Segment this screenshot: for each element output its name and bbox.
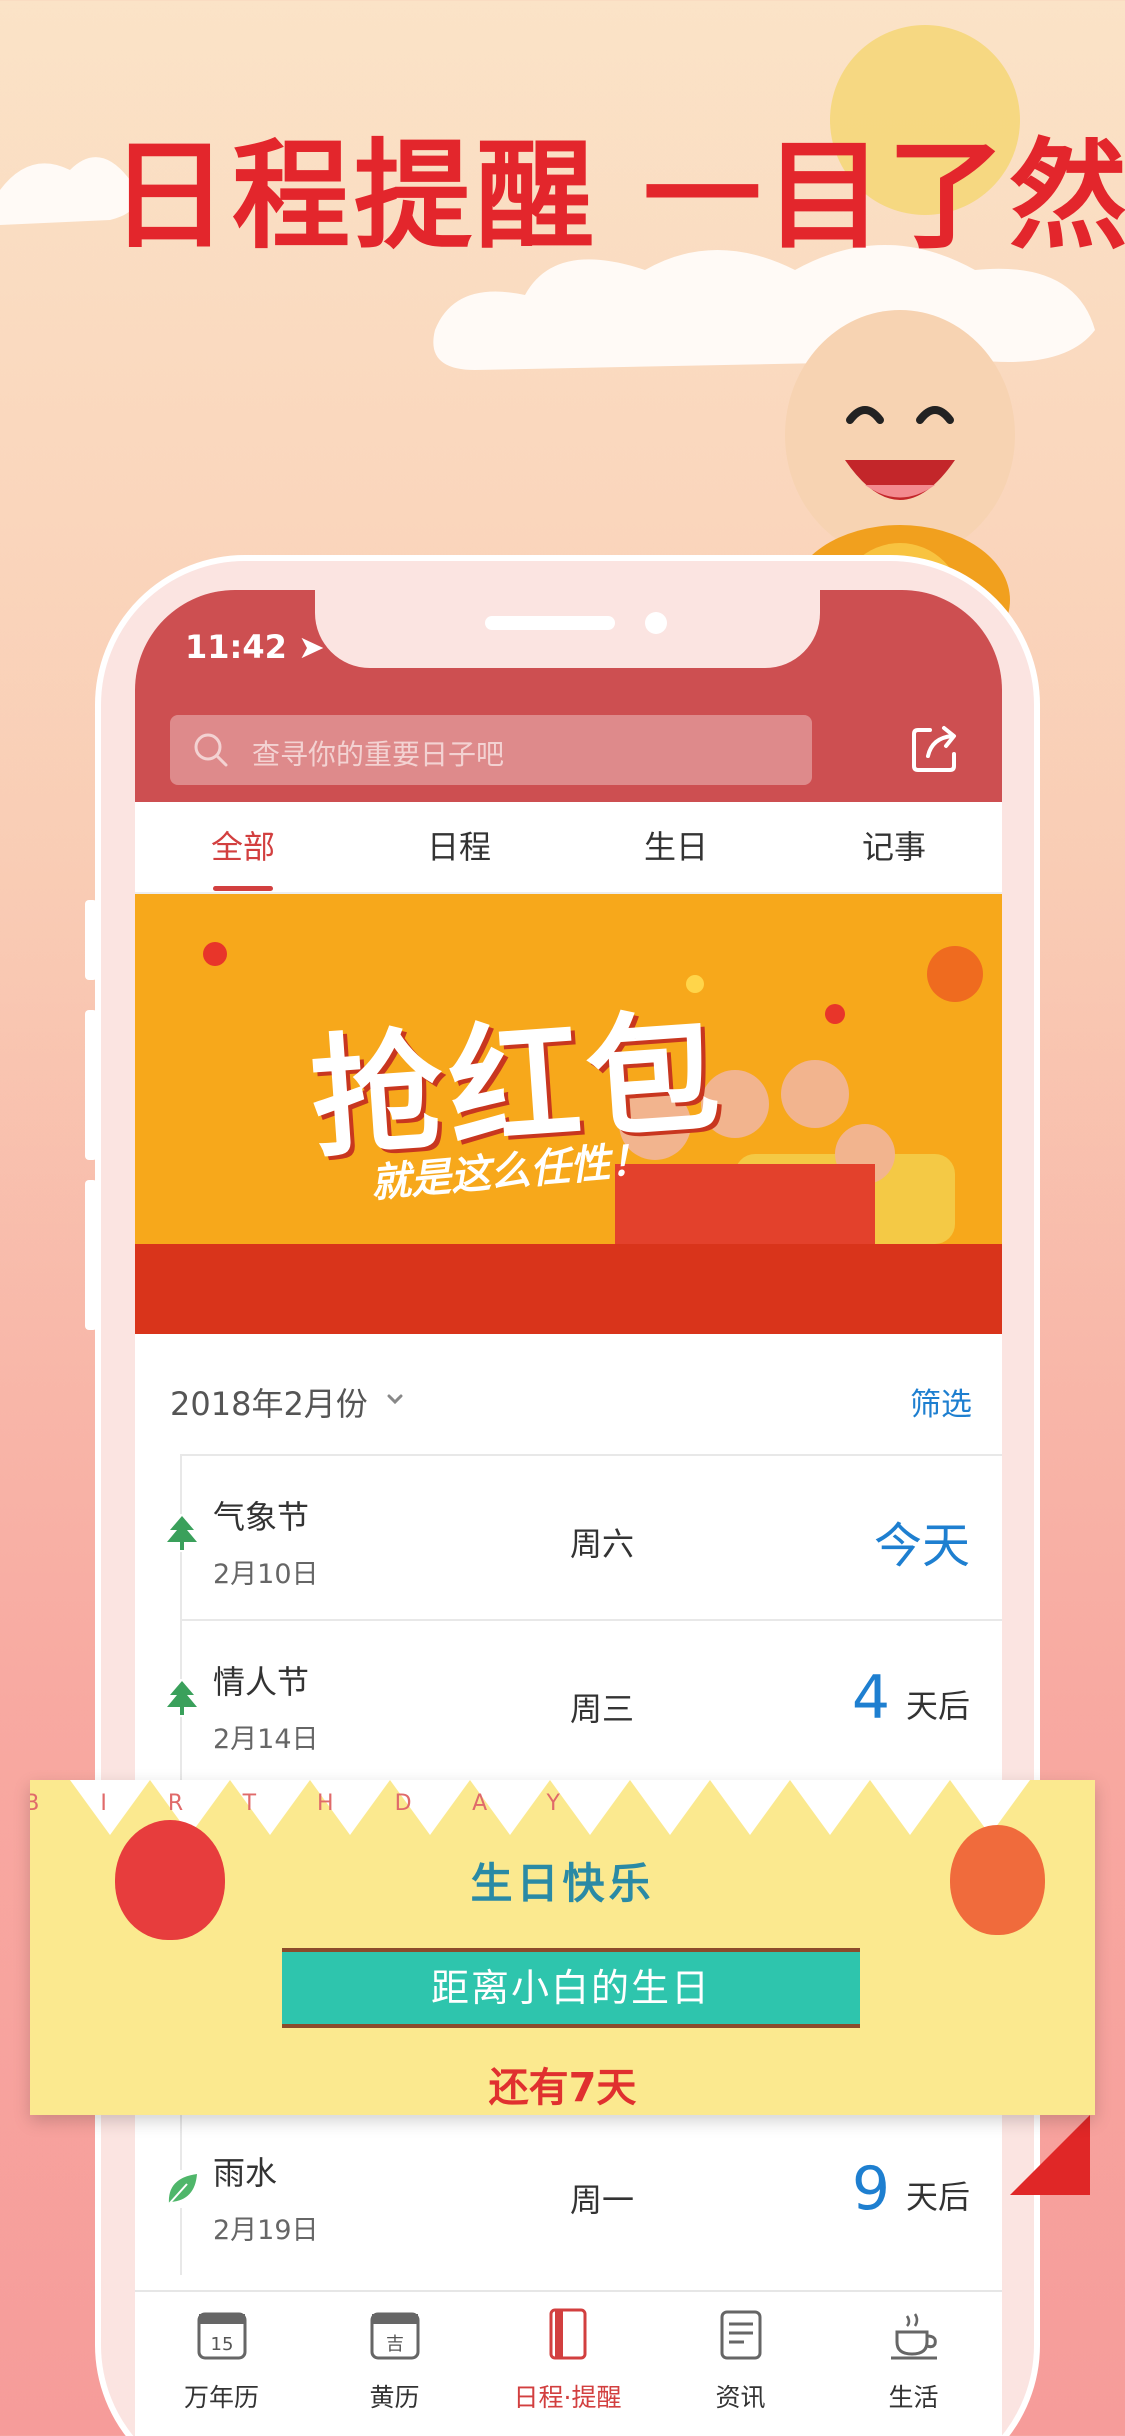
chevron-down-icon[interactable]: [385, 1389, 405, 1409]
tabbar-item-news[interactable]: 资讯: [654, 2292, 827, 2436]
tree-icon: [165, 1679, 199, 1717]
birthday-ribbon: 距离小白的生日: [282, 1948, 860, 2028]
svg-text:吉: 吉: [386, 2334, 404, 2355]
banner-ground: [135, 1244, 1002, 1334]
svg-text:15: 15: [211, 2334, 234, 2355]
share-icon[interactable]: [908, 722, 962, 776]
red-packet-banner[interactable]: 抢红包 就是这么任性！: [135, 894, 1002, 1334]
tab-all[interactable]: 全部: [135, 802, 351, 892]
filter-button[interactable]: 筛选: [910, 1379, 972, 1424]
birthday-countdown: 还有7天: [488, 2065, 637, 2111]
tree-icon: [165, 1514, 199, 1552]
event-days-count: 9: [851, 2154, 890, 2224]
birthday-message: 距离小白的生日: [430, 1966, 711, 2010]
birthday-title: 生日快乐: [470, 1859, 655, 1908]
tab-birthday[interactable]: 生日: [568, 802, 784, 892]
event-date: 2月10日: [213, 1559, 319, 1590]
status-time: 11:42 ➤: [185, 628, 325, 666]
list-item[interactable]: 雨水 2月19日 周一 9 天后: [135, 2110, 1002, 2275]
search-input[interactable]: 查寻你的重要日子吧: [170, 715, 812, 785]
tabbar-item-schedule[interactable]: 日程·提醒: [481, 2292, 654, 2436]
app-screen: 11:42 ➤ 查寻你的重要日子吧 全部 日程 生日 记事 抢红包 就是这么任性…: [135, 590, 1002, 2436]
phone-side-button: [85, 1180, 97, 1330]
tabbar-item-calendar[interactable]: 15 万年历: [135, 2292, 308, 2436]
event-weekday: 周三: [570, 1690, 635, 1728]
tabbar-label: 万年历: [183, 2383, 259, 2412]
calendar-15-icon: 15: [197, 2312, 247, 2360]
tabbar-label: 日程·提醒: [513, 2383, 622, 2412]
phone-notch: [315, 590, 820, 668]
divider: [180, 1454, 1002, 1456]
notebook-icon: [549, 2308, 587, 2360]
headline: 日程提醒 一目了然: [110, 127, 1125, 265]
event-name: 气象节: [213, 1498, 310, 1536]
tabbar-item-almanac[interactable]: 吉 黄历: [308, 2292, 481, 2436]
event-days-unit: 天后: [905, 2178, 970, 2216]
phone-side-button: [85, 1010, 97, 1160]
event-countdown: 今天: [873, 1518, 970, 1574]
bottom-tab-bar: 15 万年历 吉 黄历 日程·提醒 资讯 生活: [135, 2290, 1002, 2436]
event-days-count: 4: [851, 1663, 890, 1733]
event-date: 2月19日: [213, 2215, 319, 2246]
event-days-unit: 天后: [905, 1687, 970, 1725]
event-name: 情人节: [213, 1663, 310, 1701]
news-icon: [720, 2310, 762, 2360]
tab-schedule[interactable]: 日程: [351, 802, 567, 892]
event-weekday: 周一: [570, 2181, 635, 2219]
tabbar-item-life[interactable]: 生活: [827, 2292, 1000, 2436]
leaf-icon: [165, 2170, 199, 2208]
search-placeholder: 查寻你的重要日子吧: [252, 738, 505, 771]
filter-tabs: 全部 日程 生日 记事: [135, 802, 1002, 894]
tab-notes[interactable]: 记事: [786, 802, 1002, 892]
tabbar-label: 黄历: [369, 2383, 420, 2412]
front-camera: [645, 612, 667, 634]
event-name: 雨水: [213, 2154, 278, 2192]
month-selector[interactable]: 2018年2月份: [170, 1379, 368, 1425]
search-icon: [194, 733, 228, 767]
coffee-icon: [891, 2313, 937, 2360]
list-item[interactable]: 情人节 2月14日 周三 4 天后: [135, 1619, 1002, 1784]
birthday-countdown-card[interactable]: HAPPY BIRTHDAY 生日快乐 距离小白的生日 还有7天: [30, 1780, 1095, 2115]
speaker-grille: [485, 616, 615, 630]
divider: [180, 1619, 1002, 1621]
calendar-ji-icon: 吉: [370, 2312, 420, 2360]
tabbar-label: 资讯: [715, 2383, 766, 2412]
tabbar-label: 生活: [888, 2383, 939, 2412]
event-date: 2月14日: [213, 1724, 319, 1755]
list-item[interactable]: 气象节 2月10日 周六 今天: [135, 1454, 1002, 1619]
phone-side-button: [85, 900, 97, 980]
event-weekday: 周六: [570, 1525, 635, 1563]
month-selector-row: 2018年2月份 筛选: [135, 1334, 1002, 1454]
active-tab-indicator: [213, 886, 273, 891]
